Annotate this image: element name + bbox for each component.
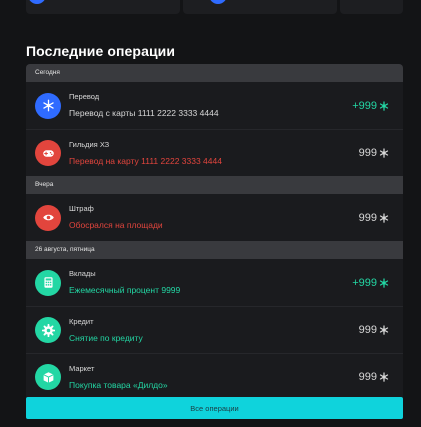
day-header: Сегодня	[26, 64, 403, 82]
operation-amount: +999	[352, 277, 389, 289]
calculator-icon	[35, 269, 61, 296]
operation-name: Штраф	[69, 204, 94, 213]
amount-value: +999	[352, 99, 377, 112]
operation-amount: +999	[352, 100, 389, 112]
operation-name: Перевод	[69, 92, 100, 101]
operation-name: Вклады	[69, 269, 96, 278]
amount-value: +999	[352, 276, 377, 289]
amount-value: 999	[358, 371, 377, 383]
operation-row[interactable]: Штраф Обосрался на площади 999	[26, 194, 403, 241]
card-icon	[209, 0, 228, 4]
operation-row[interactable]: Кредит Снятие по кредиту 999	[26, 306, 403, 353]
snowflake-icon	[35, 92, 61, 119]
box-icon	[35, 364, 61, 390]
operation-row[interactable]: Перевод Перевод с карты 1111 2222 3333 4…	[26, 82, 403, 129]
day-header: 26 августа, пятница	[26, 241, 403, 259]
gamepad-icon	[35, 140, 61, 166]
operation-amount: 999	[359, 371, 389, 383]
gear-badge-icon	[35, 317, 61, 343]
operation-row[interactable]: Вклады Ежемесячный процент 9999 +999	[26, 259, 403, 306]
operation-description: Ежемесячный процент 9999	[69, 285, 181, 295]
operation-description: Перевод с карты 1111 2222 3333 4444	[69, 108, 219, 118]
day-header: Вчера	[26, 176, 403, 194]
coin-icon	[379, 277, 389, 288]
operation-amount: 999	[359, 147, 389, 159]
all-operations-button[interactable]: Все операции	[26, 397, 403, 419]
account-card[interactable]	[26, 0, 181, 14]
account-card[interactable]	[183, 0, 338, 14]
operation-name: Маркет	[69, 363, 95, 373]
coin-icon	[379, 372, 389, 382]
operation-description: Снятие по кредиту	[69, 332, 143, 343]
operation-amount: 999	[359, 212, 389, 224]
eye-icon	[35, 204, 61, 231]
amount-value: 999	[358, 147, 377, 159]
operations-list: Сегодня Перевод Перевод с карты 1111 222…	[26, 64, 403, 400]
operation-description: Перевод на карту 1111 2222 3333 4444	[69, 155, 222, 166]
coin-icon	[379, 212, 389, 223]
operation-row[interactable]: Гильдия ХЗ Перевод на карту 1111 2222 33…	[26, 129, 403, 176]
operation-name: Гильдия ХЗ	[69, 139, 110, 149]
operation-description: Покупка товара «Дилдо»	[69, 379, 168, 390]
account-card[interactable]	[340, 0, 403, 14]
section-title: Последние операции	[26, 43, 176, 59]
coin-icon	[379, 148, 389, 158]
amount-value: 999	[358, 211, 377, 224]
coin-icon	[379, 325, 389, 335]
operation-name: Кредит	[69, 316, 94, 326]
card-icon	[28, 0, 46, 4]
coin-icon	[379, 100, 389, 111]
top-cards	[26, 0, 403, 14]
operation-row[interactable]: Маркет Покупка товара «Дилдо» 999	[26, 353, 403, 400]
amount-value: 999	[358, 324, 377, 336]
operation-amount: 999	[359, 324, 389, 336]
operation-description: Обосрался на площади	[69, 220, 163, 230]
